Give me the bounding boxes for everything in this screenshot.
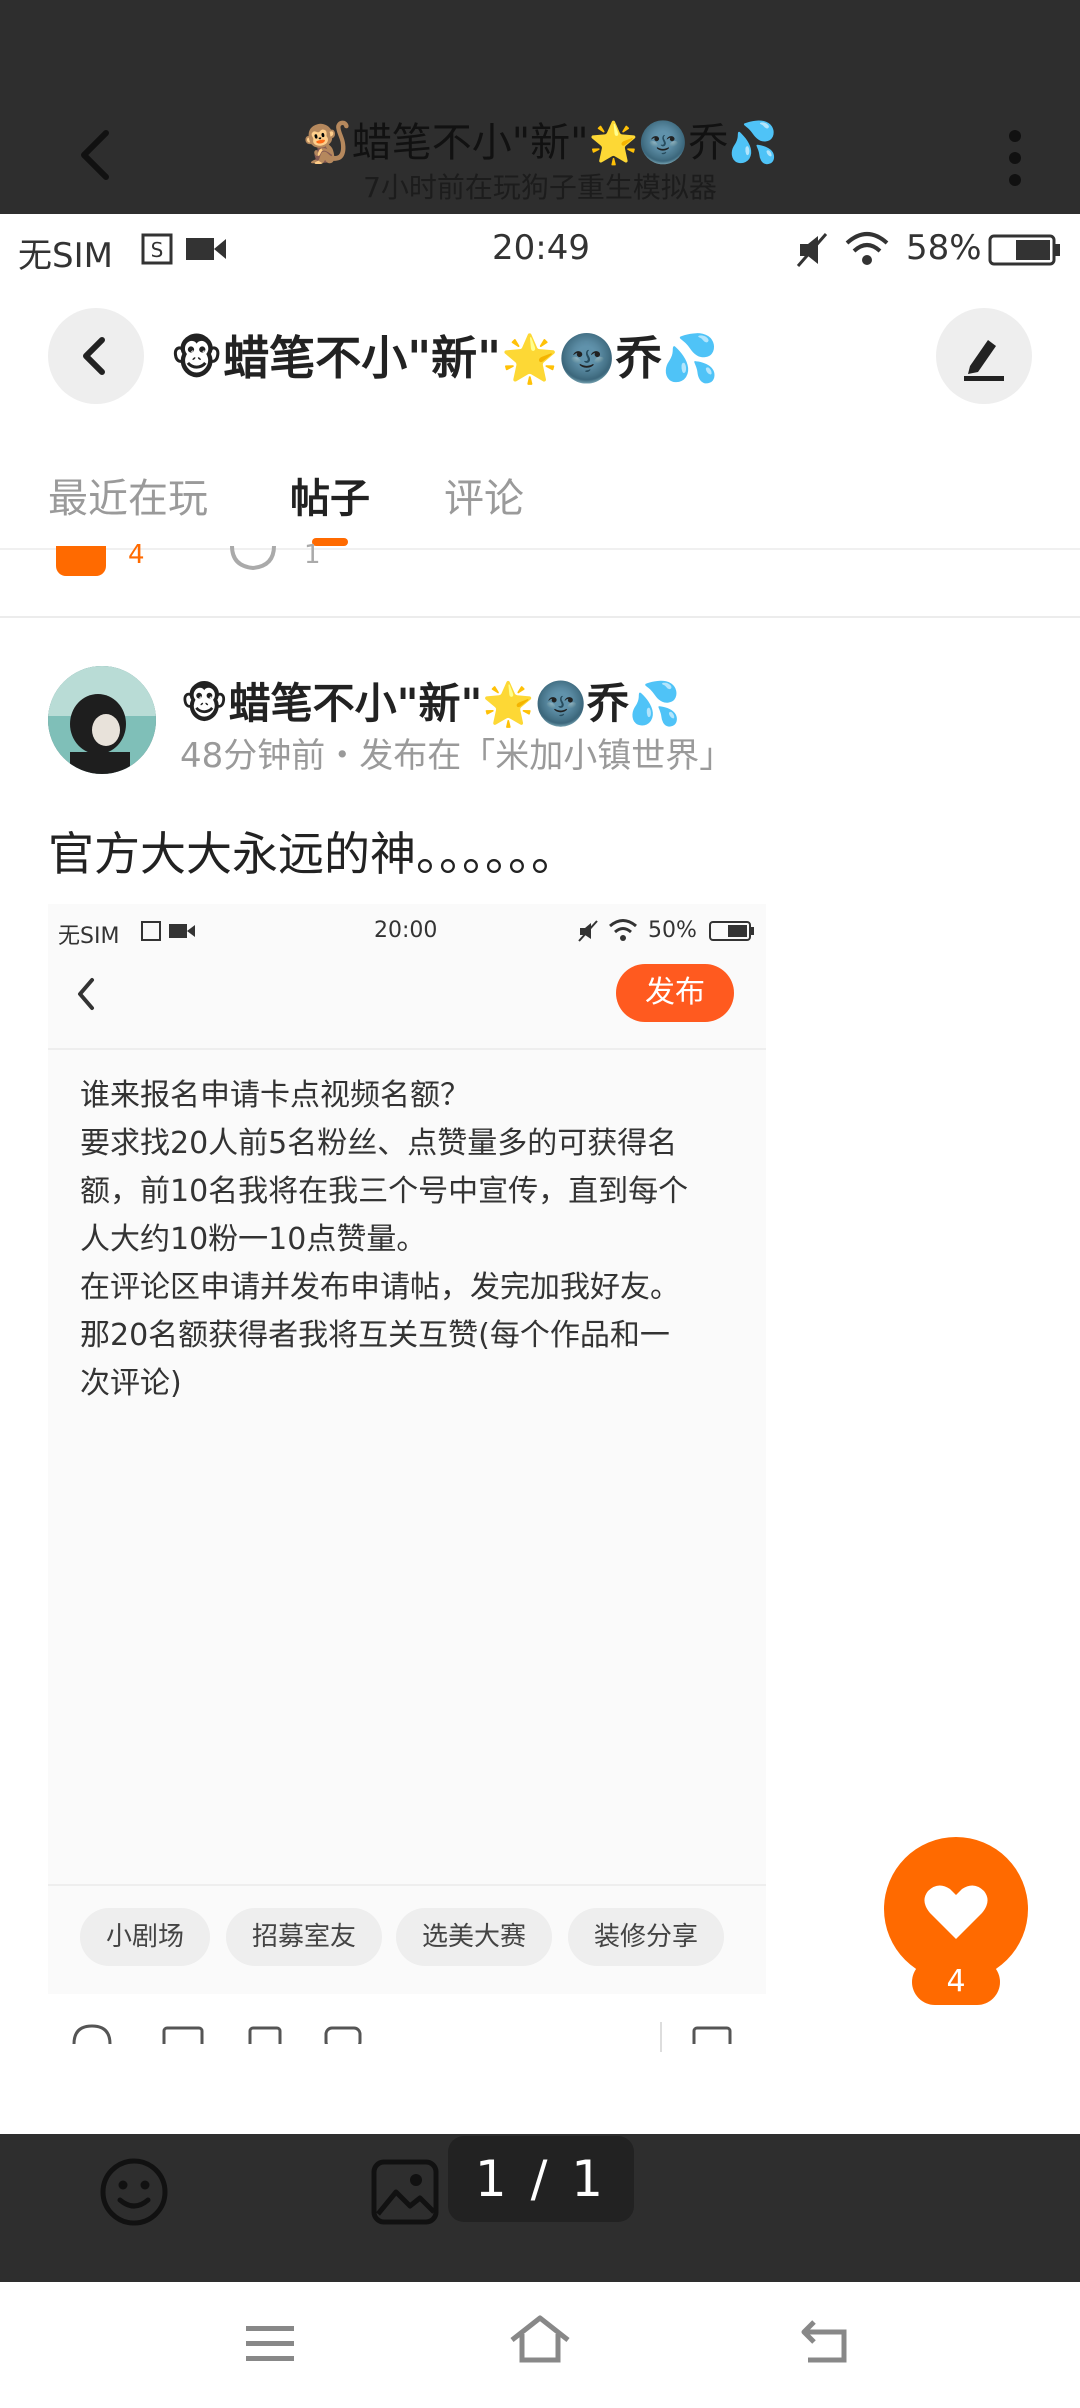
embedded-wifi-icon: [609, 919, 637, 941]
previous-comment-count: 1: [304, 540, 321, 570]
embedded-battery-percent: 50%: [648, 918, 697, 943]
viewer-title: 🐒蜡笔不小"新"🌟🌚乔💦: [301, 120, 778, 166]
embedded-tag: 小剧场: [80, 1908, 210, 1966]
svg-text:S: S: [151, 238, 164, 262]
previous-like-count: 4: [128, 540, 145, 570]
embedded-sim-icon: [141, 921, 161, 941]
embedded-time: 20:00: [374, 918, 438, 943]
embedded-tag: 选美大赛: [396, 1908, 552, 1966]
status-bar: 无SIM S 20:49 58%: [0, 214, 1080, 286]
embedded-back-icon: [78, 978, 94, 1010]
embedded-text-line: 要求找20人前5名粉丝、点赞量多的可获得名: [80, 1126, 678, 1161]
back-icon: [83, 337, 105, 375]
more-options-icon[interactable]: [1000, 128, 1030, 188]
embedded-emoji-icon: [72, 2024, 112, 2044]
battery-icon: [988, 234, 1060, 266]
image-icon[interactable]: [370, 2158, 440, 2226]
post-body: 官方大大永远的神。。。。。。: [48, 827, 577, 881]
page-indicator: 1 / 1: [448, 2136, 634, 2222]
embedded-text-line: 那20名额获得者我将互关互赞(每个作品和一: [80, 1318, 670, 1353]
embedded-tag: 招募室友: [226, 1908, 382, 1966]
embedded-text: 谁来报名申请卡点视频名额？ 要求找20人前5名粉丝、点赞量多的可获得名 额，前1…: [80, 1072, 740, 1408]
embedded-tag: 装修分享: [568, 1908, 724, 1966]
embedded-mute-icon: [578, 920, 598, 942]
edit-button[interactable]: [936, 308, 1032, 404]
embedded-toolbar: [48, 1994, 766, 2134]
viewer-header: 🐒蜡笔不小"新"🌟🌚乔💦 7小时前在玩狗子重生模拟器: [0, 0, 1080, 214]
status-time: 20:49: [492, 228, 590, 268]
embedded-text-line: 额，前10名我将在我三个号中宣传，直到每个: [80, 1174, 689, 1209]
carrier-label: 无SIM: [18, 236, 113, 276]
tab-bar: 最近在玩 帖子 评论: [0, 426, 1080, 546]
previous-post-actions: 4 1: [0, 540, 1080, 576]
home-icon[interactable]: [508, 2314, 572, 2366]
embedded-keyboard-icon: [692, 2026, 732, 2044]
embedded-image-icon: [162, 2026, 204, 2044]
embedded-carrier: 无SIM: [58, 924, 120, 949]
post-author-name[interactable]: 🐵蜡笔不小"新"🌟🌚乔💦: [180, 670, 681, 731]
emoji-icon[interactable]: [98, 2156, 170, 2228]
embedded-divider: [660, 2022, 662, 2052]
mute-icon: [796, 233, 828, 267]
like-count: 4: [912, 1959, 1000, 2005]
embedded-text-line: 谁来报名申请卡点视频名额？: [80, 1078, 470, 1113]
divider: [0, 616, 1080, 618]
embedded-divider: [48, 1884, 766, 1886]
tab-posts[interactable]: 帖子: [290, 466, 370, 524]
screenshot-image: 无SIM S 20:49 58% 🐵蜡笔不小"新"🌟🌚乔💦 最近在玩 帖子 评论…: [0, 214, 1080, 2134]
embedded-divider: [48, 1048, 766, 1050]
embedded-video-icon: [169, 924, 195, 938]
previous-comment-icon[interactable]: [228, 546, 278, 574]
tab-comments[interactable]: 评论: [444, 466, 524, 524]
embedded-battery-icon: [709, 921, 754, 941]
sim-icon: S: [141, 233, 173, 265]
app-header: 🐵蜡笔不小"新"🌟🌚乔💦: [0, 286, 1080, 426]
embedded-text-line: 在评论区申请并发布申请帖，发完加我好友。: [80, 1270, 680, 1305]
previous-like-icon[interactable]: [56, 546, 106, 576]
avatar[interactable]: [48, 666, 156, 774]
embedded-video-button-icon: [248, 2026, 282, 2044]
menu-icon[interactable]: [244, 2322, 296, 2366]
post-image[interactable]: 无SIM 20:00 50% 发布 谁来报名申请卡点视频名额？ 要求找20人前5…: [48, 904, 766, 2134]
avatar-image: [48, 666, 156, 774]
wifi-icon: [845, 232, 889, 265]
video-icon: [186, 238, 226, 260]
page-title: 🐵蜡笔不小"新"🌟🌚乔💦: [170, 331, 719, 385]
tab-recently-played[interactable]: 最近在玩: [48, 466, 208, 524]
viewer-subtitle: 7小时前在玩狗子重生模拟器: [363, 171, 717, 204]
edit-icon: [964, 340, 1004, 381]
embedded-publish-button: 发布: [616, 964, 734, 1022]
embedded-text-line: 人大约10粉一10点赞量。: [80, 1222, 427, 1257]
post-meta: 48分钟前・发布在「米加小镇世界」: [180, 736, 734, 776]
battery-percent: 58%: [906, 228, 982, 268]
embedded-sticker-icon: [324, 2026, 362, 2044]
system-nav-bar: [0, 2282, 1080, 2408]
back-button[interactable]: [48, 308, 144, 404]
back-nav-icon[interactable]: [798, 2318, 852, 2366]
embedded-text-line: 次评论): [80, 1366, 182, 1401]
